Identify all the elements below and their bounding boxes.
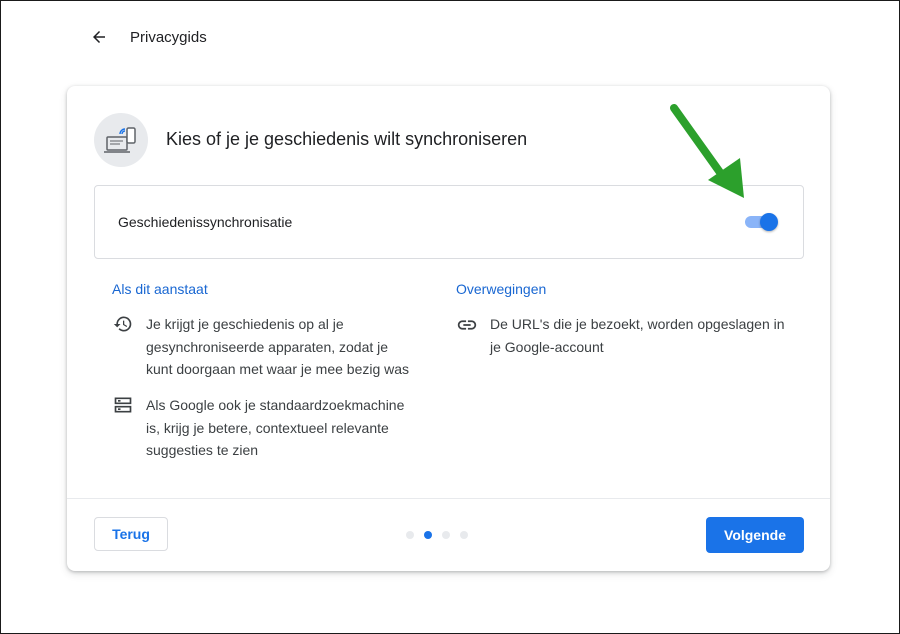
consideration-text-urls: De URL's die je bezoekt, worden opgeslag…	[490, 316, 785, 355]
top-bar: Privacygids	[86, 22, 207, 52]
link-icon	[456, 313, 478, 336]
storage-icon	[112, 394, 134, 417]
next-button[interactable]: Volgende	[706, 517, 804, 553]
footer-divider	[67, 498, 830, 499]
benefit-item-history: Je krijgt je geschiedenis op al je gesyn…	[112, 313, 412, 381]
step-dot	[442, 531, 450, 539]
benefit-text-history: Je krijgt je geschiedenis op al je gesyn…	[146, 316, 410, 377]
annotation-arrow-icon	[670, 104, 744, 198]
history-icon	[112, 313, 134, 336]
step-dot	[460, 531, 468, 539]
history-sync-toggle[interactable]	[743, 211, 781, 233]
page-title: Privacygids	[130, 28, 207, 46]
toggle-knob	[760, 213, 778, 231]
benefit-item-search: Als Google ook je standaardzoekmachine i…	[112, 394, 412, 462]
step-dot	[406, 531, 414, 539]
consideration-item-urls: De URL's die je bezoekt, worden opgeslag…	[456, 313, 786, 358]
benefit-text-search: Als Google ook je standaardzoekmachine i…	[146, 397, 405, 458]
history-sync-label: Geschiedenissynchronisatie	[118, 214, 293, 230]
when-on-heading: Als dit aanstaat	[112, 281, 208, 297]
devices-sync-icon	[94, 113, 148, 167]
arrow-back-icon	[93, 31, 105, 43]
step-indicator	[406, 531, 478, 539]
back-button[interactable]: Terug	[94, 517, 168, 551]
considerations-heading: Overwegingen	[456, 281, 547, 297]
step-dot-current	[424, 531, 432, 539]
back-arrow-button[interactable]	[86, 24, 112, 50]
card-title: Kies of je je geschiedenis wilt synchron…	[166, 129, 528, 149]
